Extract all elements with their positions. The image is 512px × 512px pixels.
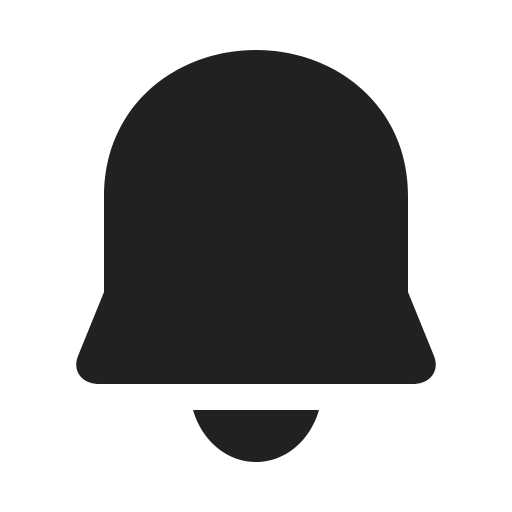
notification-icon-canvas (0, 0, 512, 512)
bell-body (76, 50, 436, 384)
bell-clapper (193, 410, 319, 462)
bell-icon (76, 50, 436, 462)
